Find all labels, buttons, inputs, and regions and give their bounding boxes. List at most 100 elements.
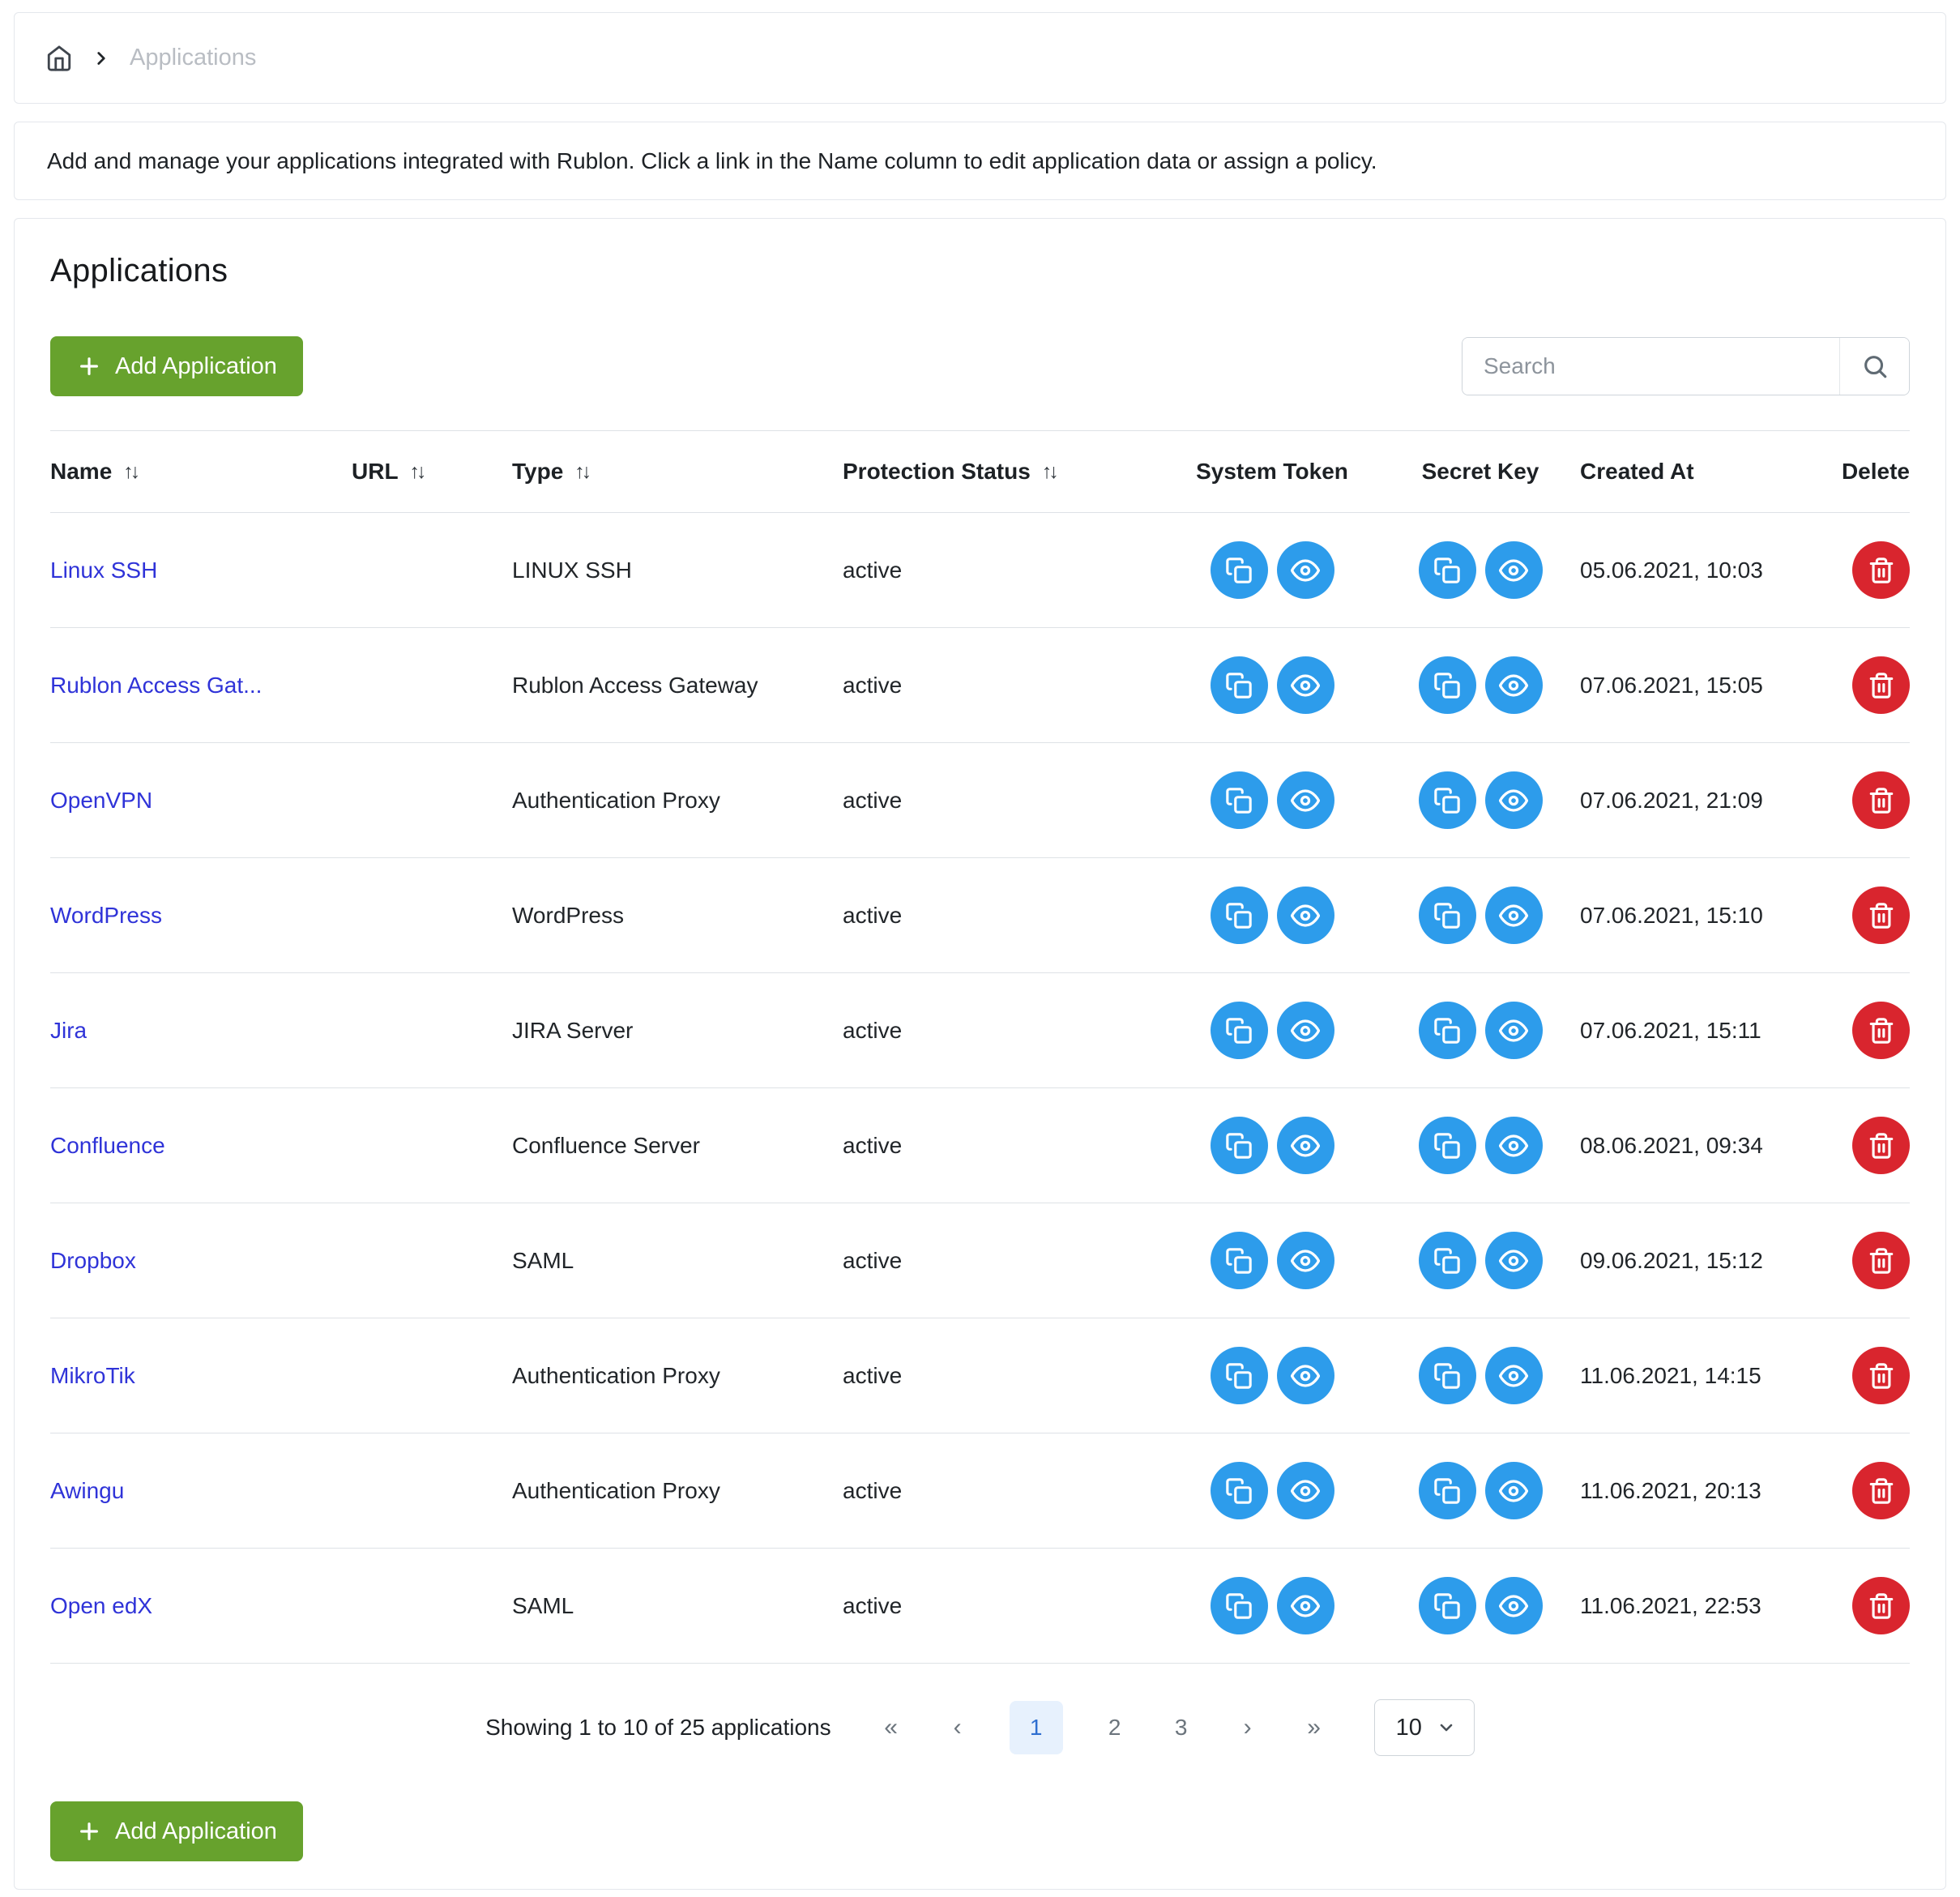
show-secret-key-button[interactable] xyxy=(1485,541,1543,599)
copy-system-token-button[interactable] xyxy=(1211,1577,1268,1634)
copy-system-token-button[interactable] xyxy=(1211,1232,1268,1289)
add-application-button-bottom[interactable]: Add Application xyxy=(50,1801,303,1861)
delete-application-button[interactable] xyxy=(1852,771,1910,829)
app-type-cell: Authentication Proxy xyxy=(512,1478,843,1504)
delete-application-button[interactable] xyxy=(1852,1232,1910,1289)
show-system-token-button[interactable] xyxy=(1277,887,1334,944)
show-system-token-button[interactable] xyxy=(1277,771,1334,829)
app-name-link[interactable]: OpenVPN xyxy=(50,788,152,813)
app-name-link[interactable]: MikroTik xyxy=(50,1363,135,1388)
search-button[interactable] xyxy=(1839,338,1909,395)
trash-icon xyxy=(1868,1132,1895,1160)
copy-system-token-button[interactable] xyxy=(1211,656,1268,714)
system-token-actions xyxy=(1164,1347,1381,1404)
copy-system-token-button[interactable] xyxy=(1211,541,1268,599)
app-name-cell: Open edX xyxy=(50,1593,352,1619)
app-name-link[interactable]: Dropbox xyxy=(50,1248,136,1273)
copy-system-token-button[interactable] xyxy=(1211,1347,1268,1404)
show-secret-key-button[interactable] xyxy=(1485,887,1543,944)
home-icon[interactable] xyxy=(45,45,73,72)
copy-system-token-button[interactable] xyxy=(1211,1462,1268,1519)
show-system-token-button[interactable] xyxy=(1277,1462,1334,1519)
sort-icon[interactable]: ↑↓ xyxy=(410,460,427,484)
app-name-link[interactable]: Awingu xyxy=(50,1478,124,1503)
app-protection-status: active xyxy=(843,1133,1164,1159)
eye-icon xyxy=(1291,1131,1320,1160)
copy-secret-key-button[interactable] xyxy=(1419,887,1476,944)
page-title: Applications xyxy=(50,253,1910,289)
show-system-token-button[interactable] xyxy=(1277,1002,1334,1059)
copy-system-token-button[interactable] xyxy=(1211,1117,1268,1174)
show-system-token-button[interactable] xyxy=(1277,541,1334,599)
copy-icon xyxy=(1225,902,1253,929)
column-header-secret-key: Secret Key xyxy=(1381,459,1580,485)
show-secret-key-button[interactable] xyxy=(1485,771,1543,829)
copy-system-token-button[interactable] xyxy=(1211,887,1268,944)
app-name-link[interactable]: WordPress xyxy=(50,903,162,928)
app-created-at: 07.06.2021, 15:05 xyxy=(1580,673,1833,699)
delete-cell xyxy=(1833,771,1910,829)
delete-application-button[interactable] xyxy=(1852,1002,1910,1059)
copy-secret-key-button[interactable] xyxy=(1419,1577,1476,1634)
copy-secret-key-button[interactable] xyxy=(1419,1232,1476,1289)
delete-application-button[interactable] xyxy=(1852,1462,1910,1519)
column-header-type: Type ↑↓ xyxy=(512,459,843,485)
app-name-link[interactable]: Linux SSH xyxy=(50,558,157,583)
sort-icon[interactable]: ↑↓ xyxy=(574,460,591,484)
show-secret-key-button[interactable] xyxy=(1485,656,1543,714)
copy-secret-key-button[interactable] xyxy=(1419,1117,1476,1174)
show-secret-key-button[interactable] xyxy=(1485,1577,1543,1634)
add-application-button[interactable]: Add Application xyxy=(50,336,303,396)
app-name-link[interactable]: Open edX xyxy=(50,1593,152,1618)
show-system-token-button[interactable] xyxy=(1277,1347,1334,1404)
app-created-at: 09.06.2021, 15:12 xyxy=(1580,1248,1833,1274)
pagination-page-3[interactable]: 3 xyxy=(1167,1715,1196,1741)
app-name-link[interactable]: Confluence xyxy=(50,1133,165,1158)
show-secret-key-button[interactable] xyxy=(1485,1347,1543,1404)
page-size-select[interactable]: 10 xyxy=(1374,1699,1475,1756)
applications-card: Applications Add Application Name ↑↓ xyxy=(14,218,1946,1890)
copy-secret-key-button[interactable] xyxy=(1419,656,1476,714)
show-system-token-button[interactable] xyxy=(1277,1577,1334,1634)
show-system-token-button[interactable] xyxy=(1277,1117,1334,1174)
delete-application-button[interactable] xyxy=(1852,887,1910,944)
copy-icon xyxy=(1433,1592,1461,1620)
app-name-link[interactable]: Rublon Access Gat... xyxy=(50,673,262,698)
sort-icon[interactable]: ↑↓ xyxy=(1042,460,1059,484)
pagination-first[interactable]: « xyxy=(877,1714,906,1741)
copy-secret-key-button[interactable] xyxy=(1419,541,1476,599)
delete-application-button[interactable] xyxy=(1852,1577,1910,1634)
show-system-token-button[interactable] xyxy=(1277,656,1334,714)
copy-system-token-button[interactable] xyxy=(1211,1002,1268,1059)
secret-key-actions xyxy=(1381,1117,1580,1174)
show-secret-key-button[interactable] xyxy=(1485,1462,1543,1519)
delete-application-button[interactable] xyxy=(1852,1117,1910,1174)
pagination-page-2[interactable]: 2 xyxy=(1100,1715,1129,1741)
app-protection-status: active xyxy=(843,1363,1164,1389)
search-input[interactable] xyxy=(1463,338,1839,395)
show-system-token-button[interactable] xyxy=(1277,1232,1334,1289)
copy-secret-key-button[interactable] xyxy=(1419,771,1476,829)
copy-secret-key-button[interactable] xyxy=(1419,1002,1476,1059)
pagination-next[interactable]: › xyxy=(1233,1714,1262,1741)
app-protection-status: active xyxy=(843,1593,1164,1619)
show-secret-key-button[interactable] xyxy=(1485,1002,1543,1059)
app-name-link[interactable]: Jira xyxy=(50,1018,87,1043)
copy-secret-key-button[interactable] xyxy=(1419,1347,1476,1404)
pagination-last[interactable]: » xyxy=(1300,1714,1329,1741)
delete-application-button[interactable] xyxy=(1852,1347,1910,1404)
show-secret-key-button[interactable] xyxy=(1485,1117,1543,1174)
delete-cell xyxy=(1833,1002,1910,1059)
system-token-actions xyxy=(1164,1462,1381,1519)
trash-icon xyxy=(1868,672,1895,699)
pagination-page-1[interactable]: 1 xyxy=(1010,1701,1063,1754)
delete-application-button[interactable] xyxy=(1852,656,1910,714)
copy-system-token-button[interactable] xyxy=(1211,771,1268,829)
copy-icon xyxy=(1433,672,1461,699)
copy-secret-key-button[interactable] xyxy=(1419,1462,1476,1519)
show-secret-key-button[interactable] xyxy=(1485,1232,1543,1289)
delete-application-button[interactable] xyxy=(1852,541,1910,599)
sort-icon[interactable]: ↑↓ xyxy=(123,460,140,484)
eye-icon xyxy=(1499,1476,1528,1506)
pagination-prev[interactable]: ‹ xyxy=(943,1714,972,1741)
